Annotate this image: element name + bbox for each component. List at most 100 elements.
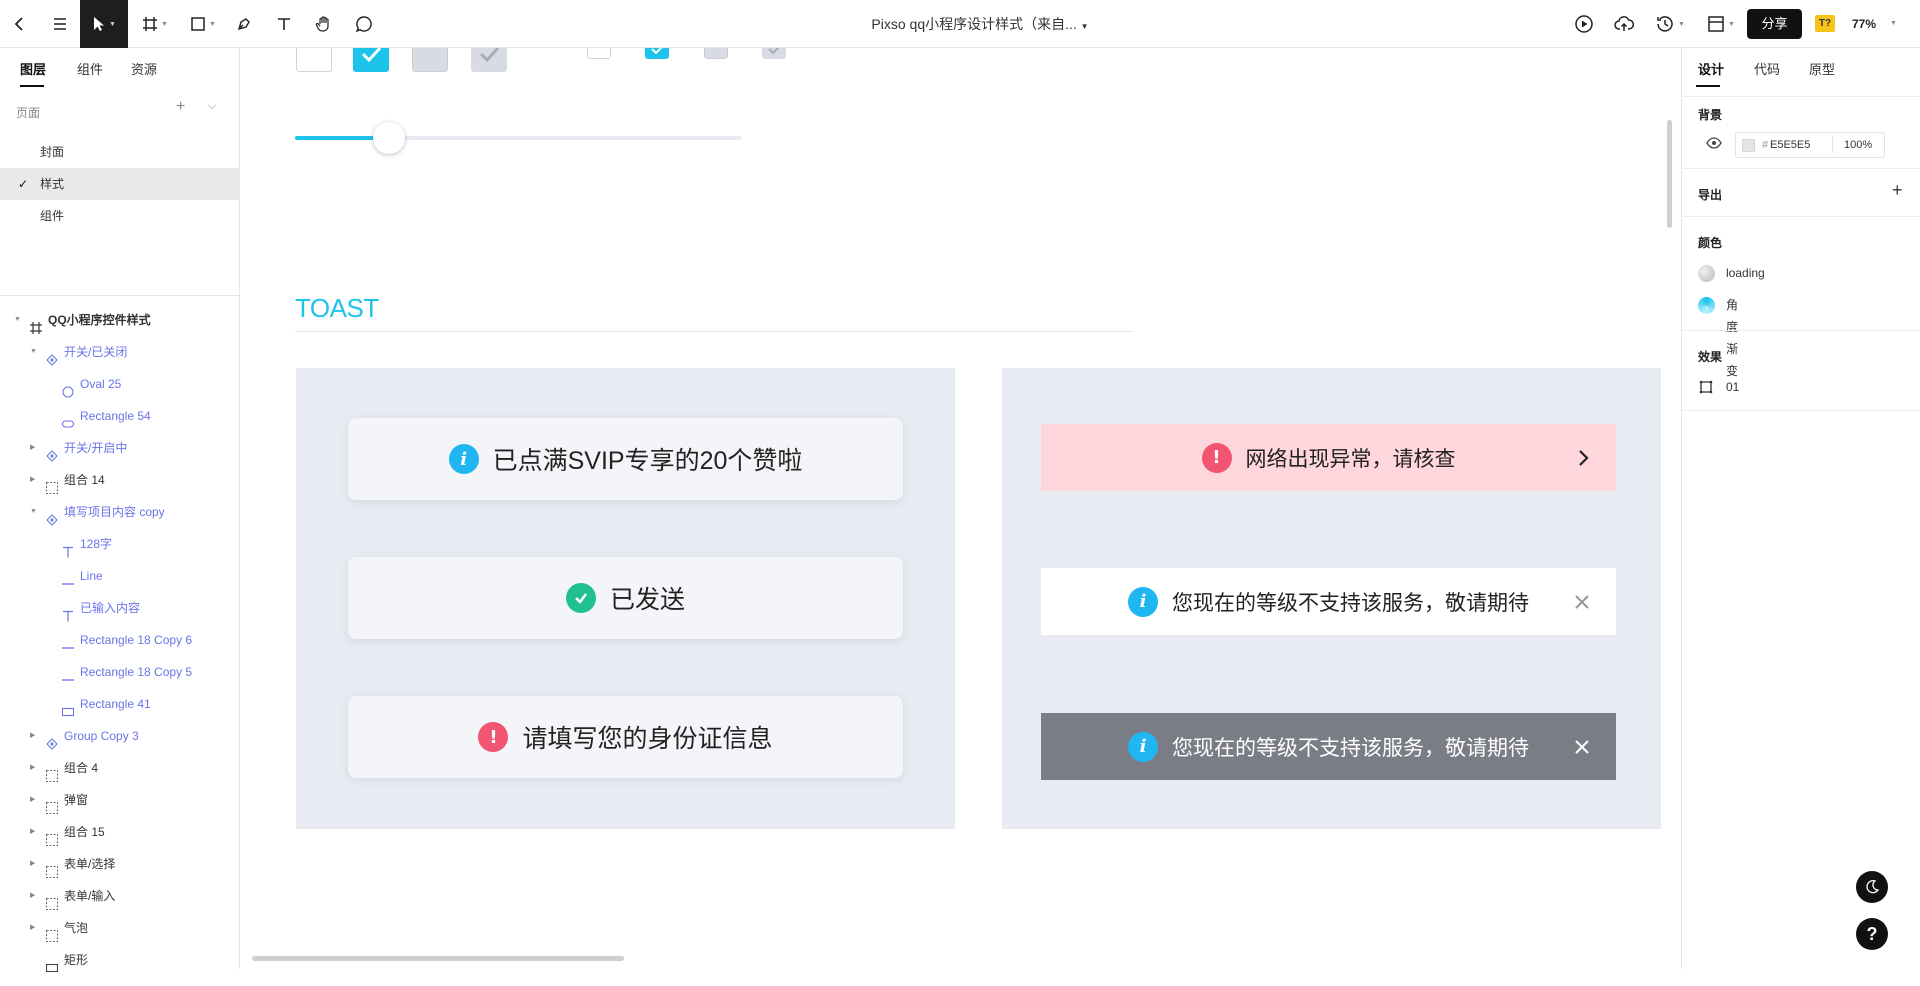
collapse-pages-icon[interactable]: ⌵ [208,100,216,113]
collapse-arrow-icon[interactable]: ▶ [30,848,35,880]
layer-row[interactable]: ▶ Group Copy 3 [0,720,239,752]
design-canvas[interactable]: TOAST i 已点满SVIP专享的20个赞啦 已发送! 请填写您的身份证信息 ! 网络… [240,48,1681,969]
toast-card[interactable]: ! 请填写您的身份证信息 [348,696,903,778]
layer-label: 组合 4 [64,761,99,775]
color-swatch[interactable] [1742,139,1755,152]
help-button[interactable]: ? [1856,918,1888,950]
checkbox-small-unchecked[interactable] [587,48,611,59]
collapse-arrow-icon[interactable]: ▶ [30,912,35,944]
layer-row[interactable]: ▼ 填写项目内容 copy [0,496,239,528]
document-title[interactable]: Pixso qq小程序设计样式（来自... ▼ [780,0,1180,48]
chevron-right-icon[interactable] [1576,424,1590,491]
add-export-icon[interactable]: + [1892,180,1903,201]
add-page-icon[interactable]: + [176,98,185,116]
back-icon[interactable] [8,0,32,48]
layer-row[interactable]: Rectangle 41 [0,688,239,720]
move-tool-button[interactable]: ▼ [80,0,128,48]
layer-row[interactable]: 矩形 [0,944,239,976]
comment-tool-button[interactable] [352,0,376,48]
toast-bar[interactable]: i 您现在的等级不支持该服务，敬请期待 [1041,568,1616,635]
checkbox-disabled-checked[interactable] [471,48,507,72]
close-icon[interactable] [1574,568,1590,635]
collapse-arrow-icon[interactable]: ▶ [30,784,35,816]
expand-arrow-icon[interactable]: ▼ [30,496,37,528]
layer-row[interactable]: ▶ 弹窗 [0,784,239,816]
tab-prototype[interactable]: 原型 [1809,59,1835,78]
expand-arrow-icon[interactable]: ▼ [30,336,37,368]
chevron-down-icon[interactable]: ▼ [1890,20,1897,27]
collapse-arrow-icon[interactable]: ▶ [30,720,35,752]
check-icon [361,48,382,63]
layout-button[interactable]: ▼ [1704,0,1738,48]
collapse-arrow-icon[interactable]: ▶ [30,464,35,496]
layer-row[interactable]: Oval 25 [0,368,239,400]
checkbox-unchecked[interactable] [296,48,332,72]
checkbox-small-disabled[interactable] [704,48,728,59]
page-item-cover[interactable]: 封面 [0,136,239,168]
checkbox-small-disabled-checked[interactable] [762,48,786,59]
play-button[interactable] [1572,0,1596,48]
missing-font-badge[interactable]: T? [1815,15,1835,32]
theme-toggle-button[interactable] [1856,871,1888,903]
hand-tool-button[interactable] [312,0,336,48]
layer-row[interactable]: ▼ QQ小程序控件样式 [0,304,239,336]
collapse-arrow-icon[interactable]: ▶ [30,880,35,912]
background-opacity-value[interactable]: 100% [1844,139,1872,151]
slider-thumb[interactable] [373,122,405,154]
layer-row[interactable]: 已输入内容 [0,592,239,624]
share-button[interactable]: 分享 [1747,9,1802,39]
toast-bar[interactable]: ! 网络出现异常，请核查 [1041,424,1616,491]
layer-row[interactable]: Rectangle 18 Copy 5 [0,656,239,688]
zoom-level[interactable]: 77% [1852,0,1876,48]
page-item-label: 组件 [40,209,65,223]
page-item-styles[interactable]: ✓ 样式 [0,168,239,200]
checkbox-checked[interactable] [353,48,389,72]
text-tool-button[interactable] [272,0,296,48]
layer-row[interactable]: ▶ 表单/输入 [0,880,239,912]
background-hex-value[interactable]: E5E5E5 [1770,139,1810,151]
close-icon[interactable] [1574,713,1590,780]
layer-row[interactable]: ▶ 开关/开启中 [0,432,239,464]
layer-row[interactable]: Line [0,560,239,592]
layer-row[interactable]: Rectangle 18 Copy 6 [0,624,239,656]
component-icon [46,442,58,462]
layer-row[interactable]: ▶ 表单/选择 [0,848,239,880]
layer-row[interactable]: ▶ 组合 4 [0,752,239,784]
horizontal-scrollbar[interactable] [252,956,624,961]
pen-tool-button[interactable] [232,0,256,48]
frame-tool-button[interactable]: ▼ [138,0,172,48]
upload-button[interactable] [1612,0,1636,48]
checkbox-small-checked[interactable] [645,48,669,59]
color-style-name: 角度渐变 [1726,298,1739,378]
group-icon [46,890,58,910]
shape-tool-button[interactable]: ▼ [186,0,220,48]
tab-design[interactable]: 设计 [1698,59,1724,78]
layer-row[interactable]: ▶ 气泡 [0,912,239,944]
toast-card[interactable]: 已发送 [348,557,903,639]
toast-card[interactable]: i 已点满SVIP专享的20个赞啦 [348,418,903,500]
tab-code[interactable]: 代码 [1754,59,1780,78]
collapse-arrow-icon[interactable]: ▶ [30,752,35,784]
collapse-arrow-icon[interactable]: ▶ [30,432,35,464]
slider[interactable] [295,122,742,154]
vertical-scrollbar[interactable] [1667,120,1672,228]
tab-layers[interactable]: 图层 [20,59,46,78]
page-item-components[interactable]: 组件 [0,200,239,232]
layer-row[interactable]: Rectangle 54 [0,400,239,432]
expand-arrow-icon[interactable]: ▼ [14,304,21,336]
checkbox-disabled[interactable] [412,48,448,72]
history-button[interactable]: ▼ [1652,0,1688,48]
layer-row[interactable]: ▶ 组合 14 [0,464,239,496]
toast-bar[interactable]: i 您现在的等级不支持该服务，敬请期待 [1041,713,1616,780]
eye-icon[interactable] [1706,137,1722,152]
cursor-icon [94,17,105,31]
background-color-field[interactable]: # E5E5E5 100% [1735,132,1885,158]
layer-row[interactable]: ▶ 组合 15 [0,816,239,848]
menu-icon[interactable] [48,0,72,48]
panel-divider [0,295,239,296]
tab-assets[interactable]: 资源 [131,59,157,78]
collapse-arrow-icon[interactable]: ▶ [30,816,35,848]
layer-row[interactable]: 128字 [0,528,239,560]
layer-row[interactable]: ▼ 开关/已关闭 [0,336,239,368]
tab-components[interactable]: 组件 [77,59,103,78]
